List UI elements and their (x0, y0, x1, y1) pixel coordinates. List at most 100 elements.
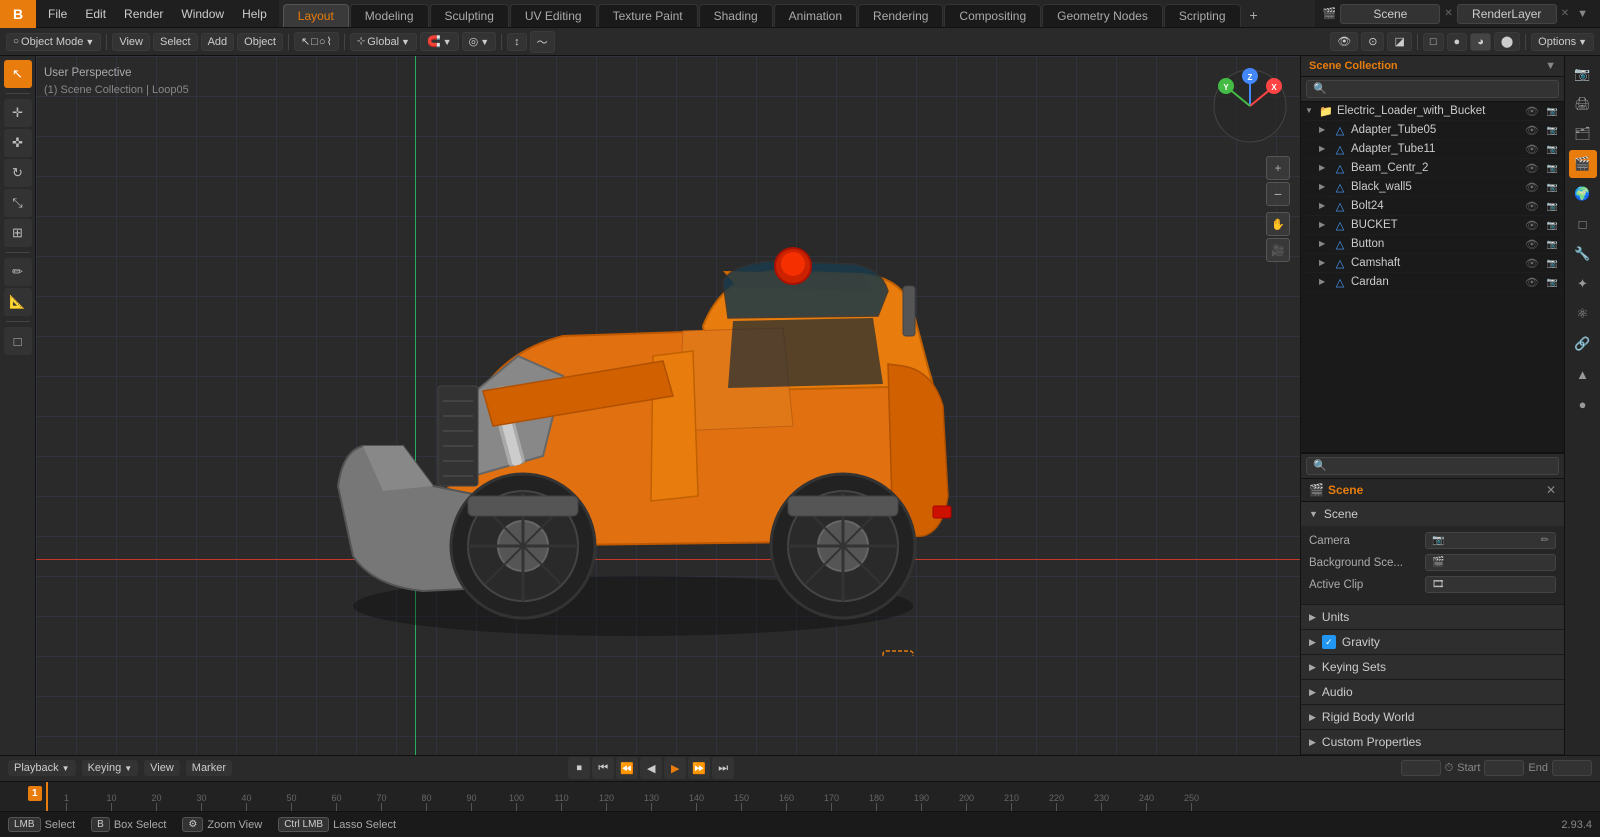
particles-btn[interactable]: ✦ (1569, 270, 1597, 298)
play-fwd-btn[interactable]: ▶ (664, 757, 686, 779)
data-props-btn[interactable]: ▲ (1569, 360, 1597, 388)
overlay-toggle[interactable]: ⊙ (1361, 32, 1384, 51)
playback-menu[interactable]: Playback ▼ (8, 760, 76, 776)
render-layer-selector[interactable]: RenderLayer (1457, 4, 1557, 24)
navigation-gizmo[interactable]: Z X Y (1210, 66, 1290, 146)
outliner-item-1[interactable]: ▶ △ Adapter_Tube11 👁 📷 (1301, 140, 1564, 159)
tab-compositing[interactable]: Compositing (944, 4, 1041, 27)
gravity-checkbox[interactable]: ✓ (1322, 635, 1336, 649)
move-tool-toggle[interactable]: ↕ (507, 33, 527, 51)
select-menu[interactable]: Select (153, 33, 198, 51)
tab-texture-paint[interactable]: Texture Paint (598, 4, 698, 27)
tab-sculpting[interactable]: Sculpting (430, 4, 509, 27)
render-icon-2[interactable]: 📷 (1545, 144, 1560, 155)
filter-icon[interactable]: ▼ (1573, 8, 1592, 20)
viewport[interactable]: Z X Y + − ✋ 🎥 User Perspective (1) Scene… (36, 56, 1300, 755)
tab-scripting[interactable]: Scripting (1164, 4, 1241, 27)
eye-icon-9[interactable]: 👁 (1523, 276, 1541, 289)
scale-tool-btn[interactable]: ⤡ (4, 189, 32, 217)
transform-tools[interactable]: ↖ □ ○ ⌇ (294, 32, 339, 51)
world-props-btn[interactable]: 🌍 (1569, 180, 1597, 208)
units-section-header[interactable]: ▶ Units (1301, 605, 1564, 629)
eye-icon-7[interactable]: 👁 (1523, 238, 1541, 251)
render-icon-9[interactable]: 📷 (1545, 277, 1560, 288)
options-button[interactable]: Options ▼ (1531, 33, 1594, 51)
curve-tool[interactable]: 〜 (530, 31, 555, 53)
scene-section-header[interactable]: ▼ Scene (1301, 502, 1564, 526)
modifier-props-btn[interactable]: 🔧 (1569, 240, 1597, 268)
jump-end-btn[interactable]: ⏭ (712, 757, 734, 779)
render-icon-7[interactable]: 📷 (1545, 239, 1560, 250)
eye-icon-2[interactable]: 👁 (1523, 143, 1541, 156)
menu-render[interactable]: Render (116, 5, 171, 23)
xray-toggle[interactable]: ◪ (1387, 32, 1411, 51)
physics-btn[interactable]: ⚛ (1569, 300, 1597, 328)
tab-modeling[interactable]: Modeling (350, 4, 429, 27)
eye-icon-0[interactable]: 👁 (1523, 105, 1541, 118)
outliner-item-6[interactable]: ▶ △ Button 👁 📷 (1301, 235, 1564, 254)
outliner-item-collection[interactable]: ▼ 📁 Electric_Loader_with_Bucket 👁 📷 (1301, 102, 1564, 121)
pan-btn[interactable]: ✋ (1266, 212, 1290, 236)
tab-geometry-nodes[interactable]: Geometry Nodes (1042, 4, 1163, 27)
outliner-item-8[interactable]: ▶ △ Cardan 👁 📷 (1301, 273, 1564, 292)
render-icon-1[interactable]: 📷 (1545, 125, 1560, 136)
material-props-btn[interactable]: ● (1569, 390, 1597, 418)
camera-edit-icon[interactable]: ✏ (1541, 535, 1549, 546)
outliner-search-input[interactable] (1306, 80, 1559, 98)
output-props-btn[interactable]: 🖨 (1569, 90, 1597, 118)
current-frame-input[interactable]: 1 (1401, 760, 1441, 776)
shading-solid[interactable]: ● (1447, 33, 1468, 51)
step-back-btn[interactable]: ⏪ (616, 757, 638, 779)
shading-wire[interactable]: □ (1423, 33, 1444, 51)
tab-uv-editing[interactable]: UV Editing (510, 4, 597, 27)
marker-menu[interactable]: Marker (186, 760, 232, 776)
camera-view-btn[interactable]: 🎥 (1266, 238, 1290, 262)
camera-value[interactable]: 📷 ✏ (1425, 532, 1556, 549)
rigid-body-header[interactable]: ▶ Rigid Body World (1301, 705, 1564, 729)
eye-icon-4[interactable]: 👁 (1523, 181, 1541, 194)
gravity-section-header[interactable]: ▶ ✓ Gravity (1301, 630, 1564, 654)
zoom-out-btn[interactable]: − (1266, 182, 1290, 206)
outliner-item-7[interactable]: ▶ △ Camshaft 👁 📷 (1301, 254, 1564, 273)
select-tool-btn[interactable]: ↖ (4, 60, 32, 88)
annotate-tool-btn[interactable]: ✏ (4, 258, 32, 286)
mode-selector[interactable]: ○ Object Mode ▼ (6, 33, 101, 51)
render-icon-3[interactable]: 📷 (1545, 163, 1560, 174)
view-menu-timeline[interactable]: View (144, 760, 180, 776)
menu-help[interactable]: Help (234, 5, 275, 23)
render-icon-0[interactable]: 📷 (1545, 106, 1560, 117)
viewport-gizmo-toggle[interactable]: 👁 (1330, 32, 1358, 51)
render-icon-4[interactable]: 📷 (1545, 182, 1560, 193)
add-workspace-button[interactable]: + (1242, 3, 1266, 27)
end-frame-input[interactable]: 250 (1552, 760, 1592, 776)
menu-file[interactable]: File (40, 5, 75, 23)
constraints-btn[interactable]: 🔗 (1569, 330, 1597, 358)
jump-start-btn[interactable]: ⏮ (592, 757, 614, 779)
eye-icon-1[interactable]: 👁 (1523, 124, 1541, 137)
shading-render[interactable]: ⬤ (1494, 32, 1520, 51)
render-icon-6[interactable]: 📷 (1545, 220, 1560, 231)
outliner-item-0[interactable]: ▶ △ Adapter_Tube05 👁 📷 (1301, 121, 1564, 140)
step-fwd-btn[interactable]: ⏩ (688, 757, 710, 779)
start-frame-input[interactable]: 1 (1484, 760, 1524, 776)
tab-animation[interactable]: Animation (774, 4, 857, 27)
object-menu[interactable]: Object (237, 33, 283, 51)
outliner-item-4[interactable]: ▶ △ Bolt24 👁 📷 (1301, 197, 1564, 216)
tab-layout[interactable]: Layout (283, 4, 349, 27)
move-tool-btn[interactable]: ✜ (4, 129, 32, 157)
eye-icon-8[interactable]: 👁 (1523, 257, 1541, 270)
add-menu[interactable]: Add (201, 33, 235, 51)
eye-icon-3[interactable]: 👁 (1523, 162, 1541, 175)
keying-menu[interactable]: Keying ▼ (82, 760, 139, 776)
tab-rendering[interactable]: Rendering (858, 4, 943, 27)
active-clip-value[interactable]: 🎞 (1425, 576, 1556, 593)
cursor-tool-btn[interactable]: ✛ (4, 99, 32, 127)
eye-icon-5[interactable]: 👁 (1523, 200, 1541, 213)
tab-shading[interactable]: Shading (699, 4, 773, 27)
transform-tool-btn[interactable]: ⊞ (4, 219, 32, 247)
rotate-tool-btn[interactable]: ↻ (4, 159, 32, 187)
scene-props-btn[interactable]: 🎬 (1569, 150, 1597, 178)
background-value[interactable]: 🎬 (1425, 554, 1556, 571)
object-props-btn[interactable]: □ (1569, 210, 1597, 238)
outliner-filter-btn[interactable]: ▼ (1545, 60, 1556, 72)
